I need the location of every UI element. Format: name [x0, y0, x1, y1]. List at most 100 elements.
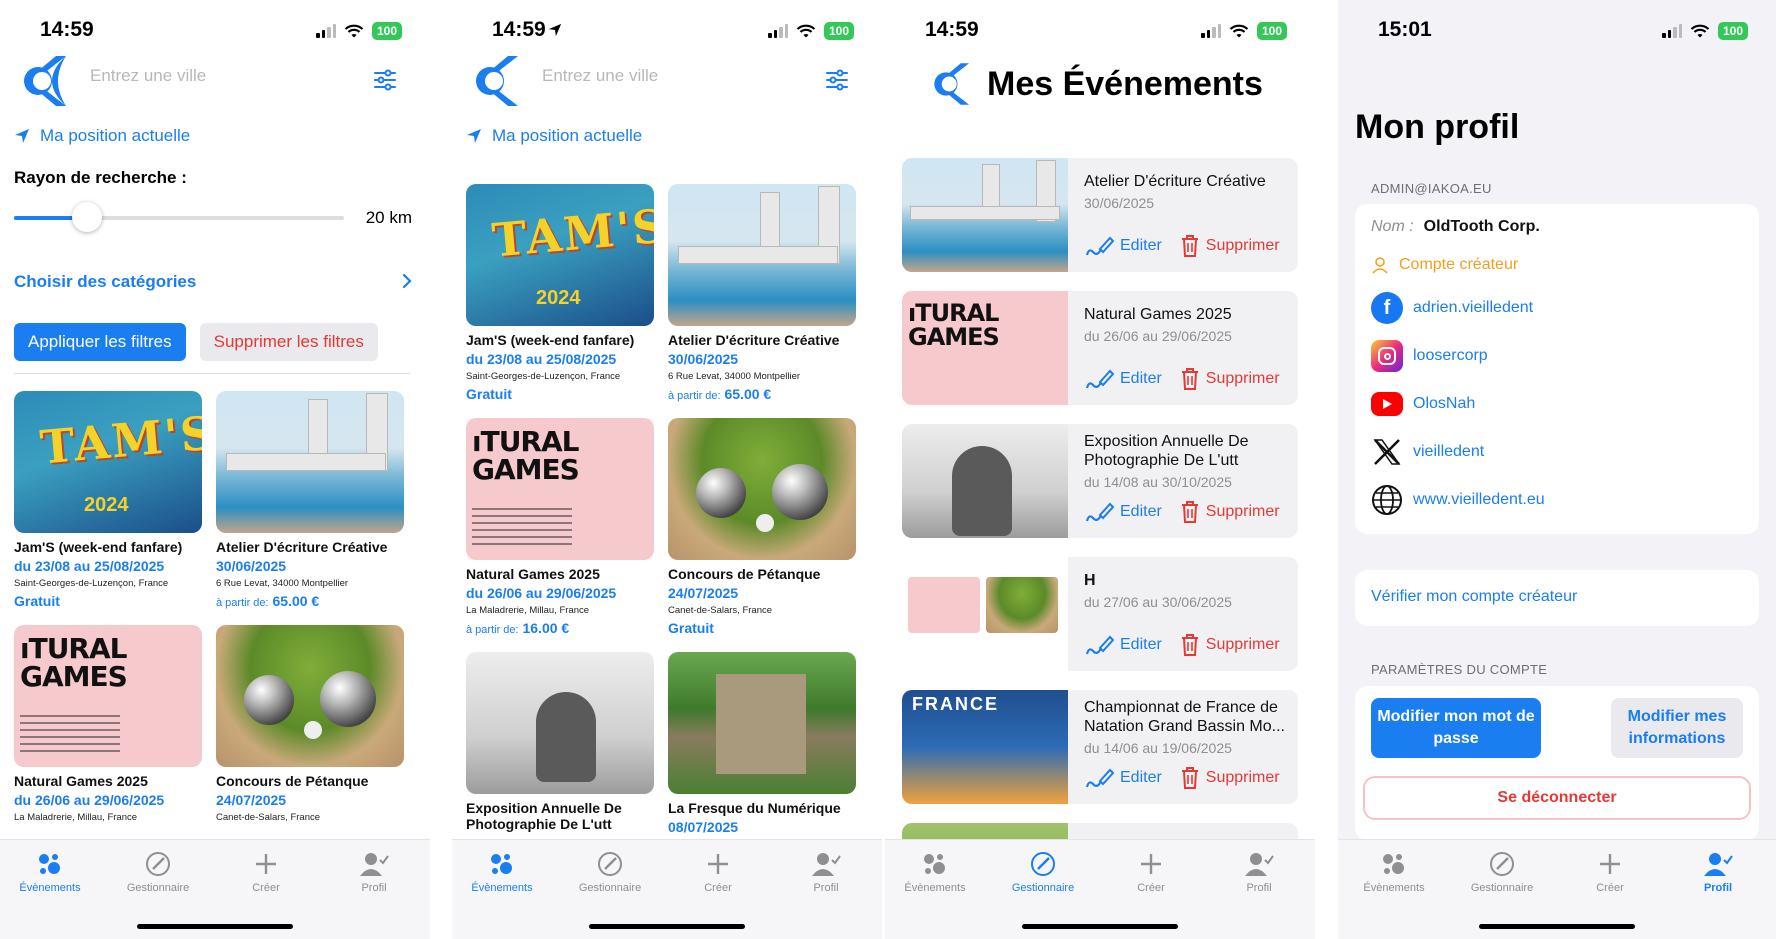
choose-categories-label: Choisir des catégories [14, 272, 197, 291]
my-event-actions: Editer Supprimer [1084, 234, 1280, 258]
tab-create[interactable]: Créer [218, 850, 314, 894]
event-card[interactable]: ıTURAL GAMES Natural Games 2025 du 26/06 … [14, 625, 202, 823]
signal-icon [1662, 24, 1682, 38]
tab-manager[interactable]: Gestionnaire [110, 850, 206, 894]
event-card[interactable]: Concours de Pétanque 24/07/2025 Canet-de… [216, 625, 404, 823]
delete-button[interactable]: Supprimer [1180, 500, 1280, 524]
facebook-link[interactable]: adrien.vieilledent [1413, 299, 1533, 317]
filter-settings-icon[interactable] [824, 68, 850, 92]
x-link[interactable]: vieilledent [1413, 443, 1484, 461]
event-date: du 23/08 au 25/08/2025 [466, 351, 617, 367]
battery-indicator: 100 [824, 22, 854, 40]
apply-filters-button[interactable]: Appliquer les filtres [14, 323, 186, 361]
tab-profile[interactable]: Profil [778, 850, 874, 894]
city-search-input[interactable] [542, 66, 792, 86]
edit-info-button[interactable]: Modifier mes informations [1611, 698, 1743, 758]
my-event-date: du 27/06 au 30/06/2025 [1084, 594, 1232, 610]
filter-settings-icon[interactable] [372, 68, 398, 92]
event-card[interactable]: La Fresque du Numérique 08/07/2025 [668, 652, 856, 835]
tab-events[interactable]: Évènements [454, 850, 550, 894]
event-address: La Maladrerie, Millau, France [14, 812, 138, 823]
tab-manager[interactable]: Gestionnaire [562, 850, 658, 894]
my-event-actions: Editer Supprimer [1084, 500, 1280, 524]
tab-profile[interactable]: Profil [326, 850, 422, 894]
edit-button[interactable]: Editer [1084, 767, 1162, 789]
event-card[interactable]: TAM'S 2024 Jam'S (week-end fanfare) du 23… [466, 184, 654, 402]
event-date: du 26/06 au 29/06/2025 [466, 585, 617, 601]
tab-create[interactable]: Créer [1562, 850, 1658, 894]
event-title: Jam'S (week-end fanfare) [466, 332, 635, 348]
home-indicator [1479, 924, 1635, 929]
status-time: 14:59 [40, 18, 94, 41]
creator-account-row: Compte créateur [1371, 256, 1518, 274]
profile-icon [1245, 853, 1274, 876]
change-password-button[interactable]: Modifier mon mot de passe [1371, 698, 1541, 758]
my-event-row[interactable]: FRANCE Championnat de France de Natation… [902, 690, 1298, 804]
edit-button[interactable]: Editer [1084, 368, 1162, 390]
status-bar: 14:59 100 [885, 0, 1315, 60]
event-card[interactable]: TAM'S 2024 Jam'S (week-end fanfare) du 23… [14, 391, 202, 609]
tab-profile[interactable]: Profil [1670, 850, 1766, 894]
account-settings-card: Modifier mon mot de passe Modifier mes i… [1355, 686, 1759, 840]
event-title: Exposition Annuelle De Photographie De L… [466, 800, 622, 832]
delete-button[interactable]: Supprimer [1180, 633, 1280, 657]
current-location-button[interactable]: Ma position actuelle [466, 126, 642, 146]
youtube-link[interactable]: OlosNah [1413, 395, 1475, 413]
email-header: ADMIN@IAKOA.EU [1371, 181, 1492, 196]
radius-slider-thumb[interactable] [71, 202, 102, 232]
edit-button[interactable]: Editer [1084, 501, 1162, 523]
event-card[interactable]: ıTURAL GAMES Natural Games 2025 du 26/06 … [466, 418, 654, 636]
event-date: du 26/06 au 29/06/2025 [14, 792, 165, 808]
events-icon [1383, 854, 1404, 874]
my-event-date: du 14/06 au 19/06/2025 [1084, 740, 1232, 756]
choose-categories-row[interactable]: Choisir des catégories [14, 272, 412, 292]
city-search-input[interactable] [90, 66, 340, 86]
plus-icon [256, 854, 276, 874]
tab-create[interactable]: Créer [670, 850, 766, 894]
edit-button[interactable]: Editer [1084, 235, 1162, 257]
my-event-date: 30/06/2025 [1084, 195, 1155, 211]
verify-creator-link[interactable]: Vérifier mon compte créateur [1371, 588, 1577, 606]
event-card[interactable]: Atelier D'écriture Créative 30/06/2025 6… [216, 391, 404, 609]
event-card[interactable]: Exposition Annuelle De Photographie De L… [466, 652, 654, 835]
verify-creator-card[interactable]: Vérifier mon compte créateur [1355, 570, 1759, 626]
my-event-row[interactable]: Exposition Annuelle De Photographie De L… [902, 424, 1298, 538]
tab-profile[interactable]: Profil [1211, 850, 1307, 894]
tab-events[interactable]: Évènements [1346, 850, 1442, 894]
delete-button[interactable]: Supprimer [1180, 234, 1280, 258]
event-card[interactable]: Concours de Pétanque 24/07/2025 Canet-de… [668, 418, 856, 636]
edit-button[interactable]: Editer [1084, 634, 1162, 656]
tab-manager[interactable]: Gestionnaire [995, 850, 1091, 894]
delete-button[interactable]: Supprimer [1180, 766, 1280, 790]
profile-icon [812, 853, 841, 876]
website-row[interactable]: www.vieilledent.eu [1371, 484, 1545, 516]
manager-icon [1031, 852, 1055, 876]
clear-filters-button[interactable]: Supprimer les filtres [199, 323, 378, 361]
website-link[interactable]: www.vieilledent.eu [1413, 491, 1545, 509]
tab-create[interactable]: Créer [1103, 850, 1199, 894]
tab-manager[interactable]: Gestionnaire [1454, 850, 1550, 894]
tab-events[interactable]: Évènements [887, 850, 983, 894]
instagram-row[interactable]: loosercorp [1371, 340, 1488, 372]
my-event-title: Championnat de France de Natation Grand … [1084, 699, 1285, 735]
tab-events[interactable]: Évènements [2, 850, 98, 894]
my-event-date: du 26/06 au 29/06/2025 [1084, 328, 1232, 344]
delete-button[interactable]: Supprimer [1180, 367, 1280, 391]
my-event-row[interactable]: ıTURAL GAMES Natural Games 2025 du 26/06 … [902, 291, 1298, 405]
status-time: 14:59 [925, 18, 979, 41]
radius-slider[interactable] [14, 216, 344, 220]
event-grid: TAM'S 2024 Jam'S (week-end fanfare) du 23… [14, 391, 412, 823]
my-event-title: Atelier D'écriture Créative [1084, 173, 1266, 190]
youtube-row[interactable]: OlosNah [1371, 388, 1475, 420]
my-event-row[interactable]: Atelier D'écriture Créative 30/06/2025 E… [902, 158, 1298, 272]
my-event-row[interactable]: H du 27/06 au 30/06/2025 Editer Supprime… [902, 557, 1298, 671]
x-logo-icon [1371, 436, 1403, 468]
facebook-row[interactable]: f adrien.vieilledent [1371, 292, 1533, 324]
tab-bar: Évènements Gestionnaire Créer Profil [885, 839, 1315, 939]
event-card[interactable]: Atelier D'écriture Créative 30/06/2025 6… [668, 184, 856, 402]
logout-button[interactable]: Se déconnecter [1363, 776, 1751, 820]
instagram-link[interactable]: loosercorp [1413, 347, 1488, 365]
x-row[interactable]: vieilledent [1371, 436, 1484, 468]
current-location-button[interactable]: Ma position actuelle [14, 126, 190, 146]
battery-indicator: 100 [1718, 22, 1748, 40]
